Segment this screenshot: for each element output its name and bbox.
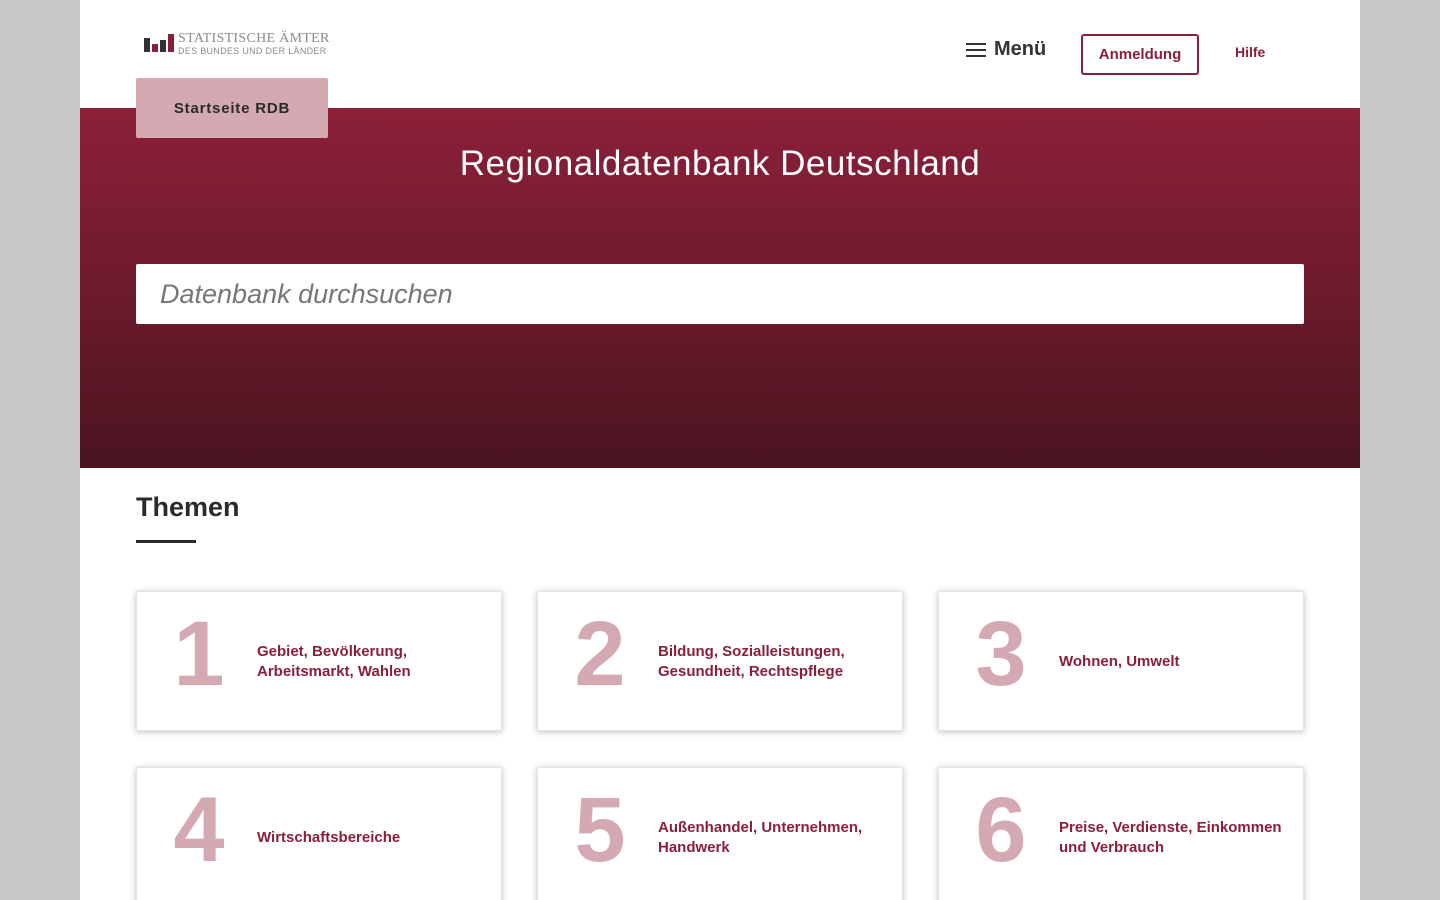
theme-card-4[interactable]: 4 Wirtschaftsbereiche: [136, 767, 502, 900]
logo-bars-icon: [144, 32, 174, 52]
menu-button[interactable]: Menü: [966, 38, 1046, 61]
theme-card-6[interactable]: 6 Preise, Verdienste, Einkommen und Verb…: [938, 767, 1304, 900]
theme-label: Wohnen, Umwelt: [1059, 653, 1180, 670]
theme-card-1[interactable]: 1 Gebiet, Bevölkerung, Arbeitsmarkt, Wah…: [136, 591, 502, 731]
hamburger-icon: [966, 42, 986, 57]
heading-underline: [136, 540, 196, 543]
theme-card-3[interactable]: 3 Wohnen, Umwelt: [938, 591, 1304, 731]
theme-label: Preise, Verdienste, Einkommen und Verbra…: [1059, 819, 1282, 856]
hero-banner: Regionaldatenbank Deutschland: [80, 108, 1360, 468]
theme-number: 5: [574, 779, 626, 881]
theme-number: 2: [574, 603, 626, 705]
theme-number: 3: [975, 603, 1027, 705]
page-title: Regionaldatenbank Deutschland: [459, 144, 981, 183]
theme-label: Außenhandel, Unternehmen, Handwerk: [658, 819, 863, 856]
start-page-button[interactable]: Startseite RDB: [136, 78, 328, 138]
logo-subtitle: DES BUNDES UND DER LÄNDER: [178, 46, 327, 56]
theme-label: Wirtschaftsbereiche: [257, 829, 401, 846]
logo[interactable]: STATISTISCHE ÄMTER DES BUNDES UND DER LÄ…: [144, 32, 330, 56]
help-link[interactable]: Hilfe: [1235, 44, 1265, 60]
search-input[interactable]: [136, 264, 1304, 324]
login-button[interactable]: Anmeldung: [1081, 34, 1199, 75]
theme-number: 1: [173, 603, 225, 705]
logo-title: STATISTISCHE ÄMTER: [178, 31, 330, 46]
page: STATISTISCHE ÄMTER DES BUNDES UND DER LÄ…: [80, 0, 1360, 900]
theme-label: Gebiet, Bevölkerung, Arbeitsmarkt, Wahle…: [257, 643, 411, 680]
theme-card-5[interactable]: 5 Außenhandel, Unternehmen, Handwerk: [537, 767, 903, 900]
menu-label: Menü: [994, 38, 1047, 60]
theme-number: 4: [173, 779, 225, 881]
theme-number: 6: [975, 779, 1027, 881]
theme-card-2[interactable]: 2 Bildung, Sozialleistungen, Gesundheit,…: [537, 591, 903, 731]
themes-heading: Themen: [136, 492, 240, 522]
theme-label: Bildung, Sozialleistungen, Gesundheit, R…: [658, 643, 845, 680]
